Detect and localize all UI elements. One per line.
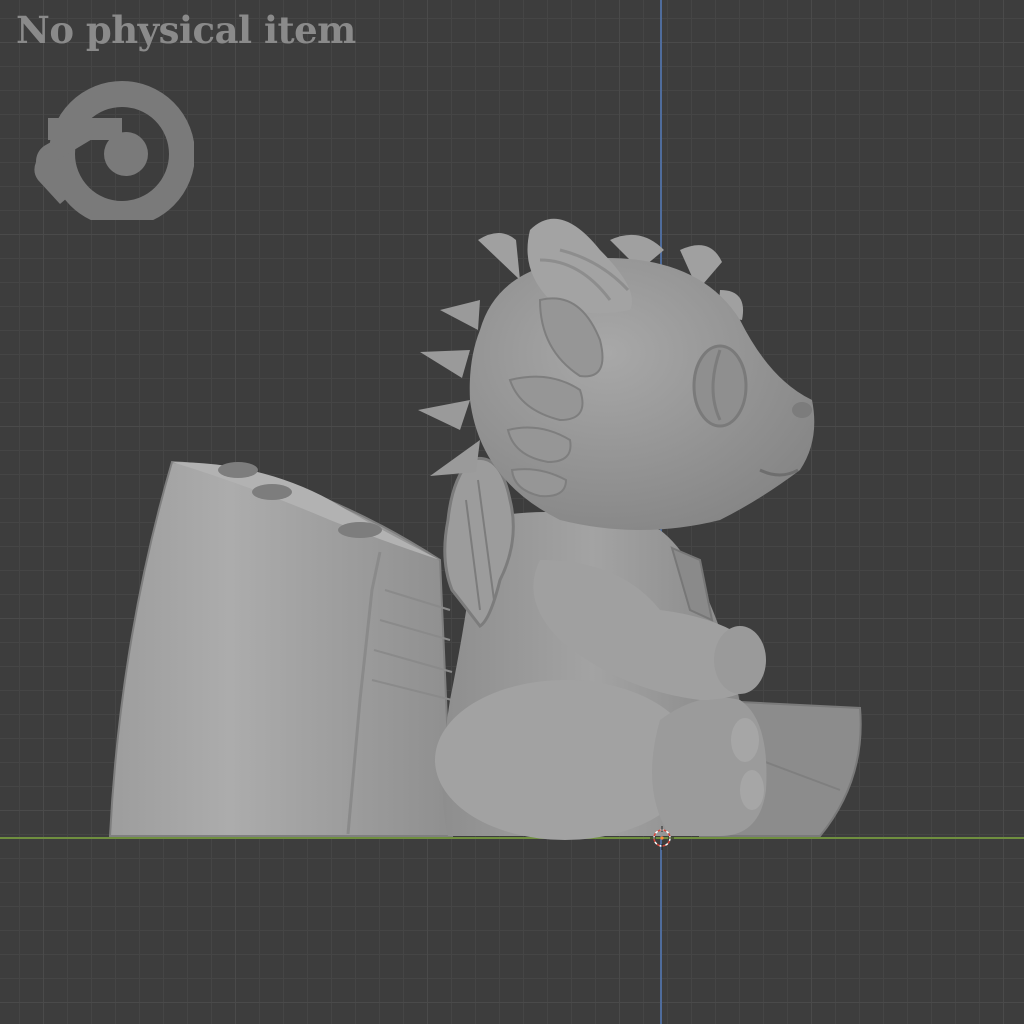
pen-cup: [108, 460, 454, 837]
dragon-pen-holder-model[interactable]: [0, 0, 1024, 1024]
3d-viewport[interactable]: No physical item: [0, 0, 1024, 1024]
3d-cursor-icon[interactable]: [650, 826, 674, 850]
